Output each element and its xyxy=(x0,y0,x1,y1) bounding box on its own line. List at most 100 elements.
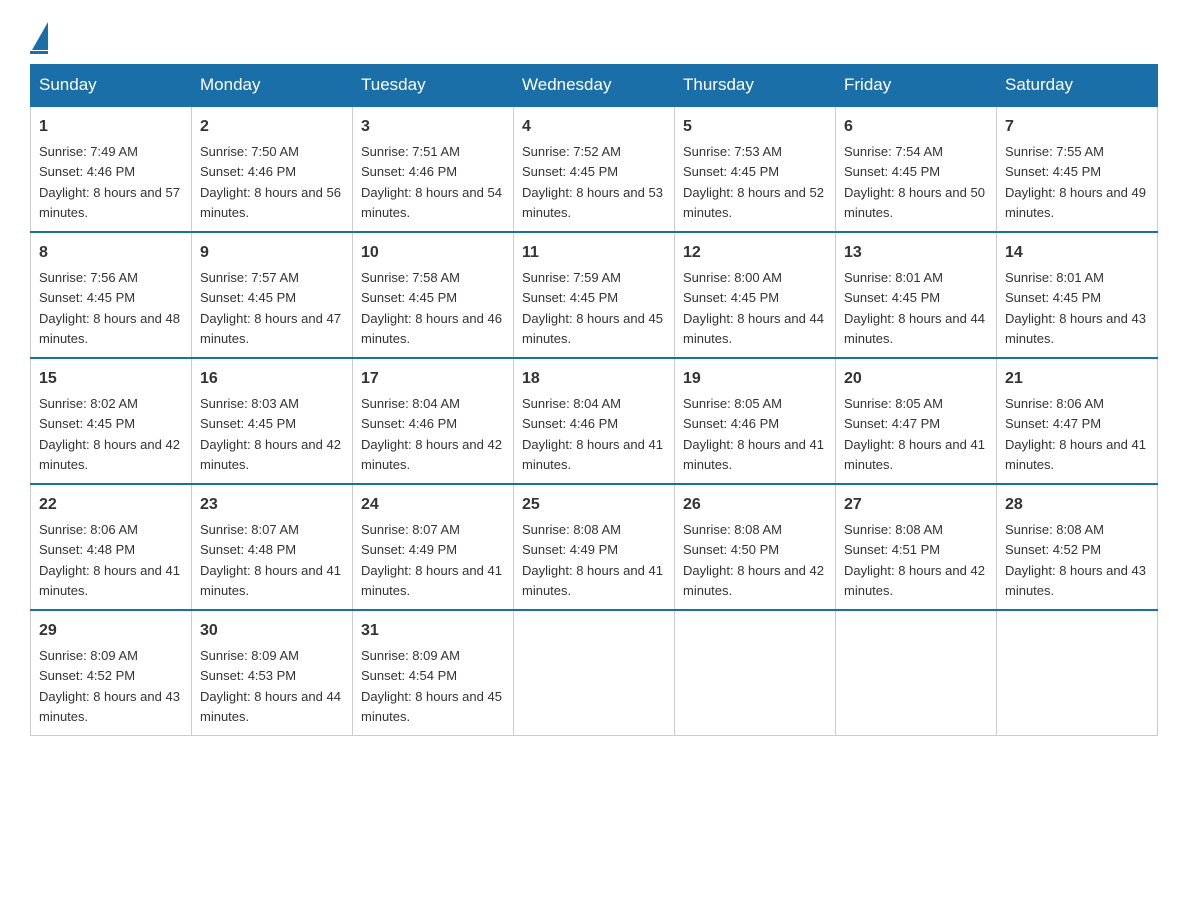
logo-triangle-icon xyxy=(32,22,48,50)
day-number: 6 xyxy=(844,115,988,139)
day-number: 27 xyxy=(844,493,988,517)
day-number: 3 xyxy=(361,115,505,139)
day-info: Sunrise: 7:49 AMSunset: 4:46 PMDaylight:… xyxy=(39,144,180,220)
weekday-header-thursday: Thursday xyxy=(675,65,836,107)
day-cell: 16 Sunrise: 8:03 AMSunset: 4:45 PMDaylig… xyxy=(192,358,353,484)
day-number: 4 xyxy=(522,115,666,139)
weekday-header-monday: Monday xyxy=(192,65,353,107)
page-header xyxy=(30,20,1158,54)
day-info: Sunrise: 8:05 AMSunset: 4:46 PMDaylight:… xyxy=(683,396,824,472)
day-cell: 15 Sunrise: 8:02 AMSunset: 4:45 PMDaylig… xyxy=(31,358,192,484)
week-row-5: 29 Sunrise: 8:09 AMSunset: 4:52 PMDaylig… xyxy=(31,610,1158,736)
day-cell: 31 Sunrise: 8:09 AMSunset: 4:54 PMDaylig… xyxy=(353,610,514,736)
day-cell: 4 Sunrise: 7:52 AMSunset: 4:45 PMDayligh… xyxy=(514,106,675,232)
day-info: Sunrise: 7:50 AMSunset: 4:46 PMDaylight:… xyxy=(200,144,341,220)
day-cell: 21 Sunrise: 8:06 AMSunset: 4:47 PMDaylig… xyxy=(997,358,1158,484)
day-number: 9 xyxy=(200,241,344,265)
day-cell: 14 Sunrise: 8:01 AMSunset: 4:45 PMDaylig… xyxy=(997,232,1158,358)
day-number: 20 xyxy=(844,367,988,391)
logo xyxy=(30,20,48,54)
day-number: 26 xyxy=(683,493,827,517)
day-info: Sunrise: 8:00 AMSunset: 4:45 PMDaylight:… xyxy=(683,270,824,346)
day-cell: 30 Sunrise: 8:09 AMSunset: 4:53 PMDaylig… xyxy=(192,610,353,736)
day-cell: 28 Sunrise: 8:08 AMSunset: 4:52 PMDaylig… xyxy=(997,484,1158,610)
day-number: 23 xyxy=(200,493,344,517)
day-cell: 29 Sunrise: 8:09 AMSunset: 4:52 PMDaylig… xyxy=(31,610,192,736)
day-cell: 25 Sunrise: 8:08 AMSunset: 4:49 PMDaylig… xyxy=(514,484,675,610)
day-info: Sunrise: 7:52 AMSunset: 4:45 PMDaylight:… xyxy=(522,144,663,220)
day-info: Sunrise: 8:03 AMSunset: 4:45 PMDaylight:… xyxy=(200,396,341,472)
day-info: Sunrise: 7:57 AMSunset: 4:45 PMDaylight:… xyxy=(200,270,341,346)
day-info: Sunrise: 7:51 AMSunset: 4:46 PMDaylight:… xyxy=(361,144,502,220)
week-row-4: 22 Sunrise: 8:06 AMSunset: 4:48 PMDaylig… xyxy=(31,484,1158,610)
day-info: Sunrise: 8:09 AMSunset: 4:54 PMDaylight:… xyxy=(361,648,502,724)
day-number: 10 xyxy=(361,241,505,265)
day-info: Sunrise: 7:55 AMSunset: 4:45 PMDaylight:… xyxy=(1005,144,1146,220)
day-number: 14 xyxy=(1005,241,1149,265)
day-number: 30 xyxy=(200,619,344,643)
day-cell: 9 Sunrise: 7:57 AMSunset: 4:45 PMDayligh… xyxy=(192,232,353,358)
weekday-header-sunday: Sunday xyxy=(31,65,192,107)
day-number: 1 xyxy=(39,115,183,139)
day-number: 28 xyxy=(1005,493,1149,517)
day-info: Sunrise: 8:07 AMSunset: 4:49 PMDaylight:… xyxy=(361,522,502,598)
day-cell: 11 Sunrise: 7:59 AMSunset: 4:45 PMDaylig… xyxy=(514,232,675,358)
day-info: Sunrise: 8:04 AMSunset: 4:46 PMDaylight:… xyxy=(522,396,663,472)
day-number: 24 xyxy=(361,493,505,517)
day-cell: 22 Sunrise: 8:06 AMSunset: 4:48 PMDaylig… xyxy=(31,484,192,610)
day-number: 13 xyxy=(844,241,988,265)
day-cell: 10 Sunrise: 7:58 AMSunset: 4:45 PMDaylig… xyxy=(353,232,514,358)
day-info: Sunrise: 8:08 AMSunset: 4:51 PMDaylight:… xyxy=(844,522,985,598)
day-number: 11 xyxy=(522,241,666,265)
day-cell: 17 Sunrise: 8:04 AMSunset: 4:46 PMDaylig… xyxy=(353,358,514,484)
day-number: 31 xyxy=(361,619,505,643)
day-number: 19 xyxy=(683,367,827,391)
day-info: Sunrise: 7:59 AMSunset: 4:45 PMDaylight:… xyxy=(522,270,663,346)
day-cell: 24 Sunrise: 8:07 AMSunset: 4:49 PMDaylig… xyxy=(353,484,514,610)
day-number: 8 xyxy=(39,241,183,265)
day-cell: 20 Sunrise: 8:05 AMSunset: 4:47 PMDaylig… xyxy=(836,358,997,484)
day-info: Sunrise: 8:04 AMSunset: 4:46 PMDaylight:… xyxy=(361,396,502,472)
day-number: 12 xyxy=(683,241,827,265)
day-cell: 2 Sunrise: 7:50 AMSunset: 4:46 PMDayligh… xyxy=(192,106,353,232)
day-info: Sunrise: 8:08 AMSunset: 4:50 PMDaylight:… xyxy=(683,522,824,598)
day-number: 7 xyxy=(1005,115,1149,139)
day-number: 16 xyxy=(200,367,344,391)
day-info: Sunrise: 8:01 AMSunset: 4:45 PMDaylight:… xyxy=(1005,270,1146,346)
day-cell: 8 Sunrise: 7:56 AMSunset: 4:45 PMDayligh… xyxy=(31,232,192,358)
day-info: Sunrise: 8:07 AMSunset: 4:48 PMDaylight:… xyxy=(200,522,341,598)
day-info: Sunrise: 8:08 AMSunset: 4:49 PMDaylight:… xyxy=(522,522,663,598)
day-info: Sunrise: 8:06 AMSunset: 4:47 PMDaylight:… xyxy=(1005,396,1146,472)
day-info: Sunrise: 7:53 AMSunset: 4:45 PMDaylight:… xyxy=(683,144,824,220)
day-cell: 13 Sunrise: 8:01 AMSunset: 4:45 PMDaylig… xyxy=(836,232,997,358)
logo-underline xyxy=(30,51,48,54)
day-cell: 26 Sunrise: 8:08 AMSunset: 4:50 PMDaylig… xyxy=(675,484,836,610)
day-number: 21 xyxy=(1005,367,1149,391)
day-info: Sunrise: 8:01 AMSunset: 4:45 PMDaylight:… xyxy=(844,270,985,346)
day-cell: 23 Sunrise: 8:07 AMSunset: 4:48 PMDaylig… xyxy=(192,484,353,610)
day-cell: 1 Sunrise: 7:49 AMSunset: 4:46 PMDayligh… xyxy=(31,106,192,232)
day-info: Sunrise: 8:06 AMSunset: 4:48 PMDaylight:… xyxy=(39,522,180,598)
day-cell: 3 Sunrise: 7:51 AMSunset: 4:46 PMDayligh… xyxy=(353,106,514,232)
weekday-header-friday: Friday xyxy=(836,65,997,107)
weekday-header-wednesday: Wednesday xyxy=(514,65,675,107)
day-number: 29 xyxy=(39,619,183,643)
week-row-2: 8 Sunrise: 7:56 AMSunset: 4:45 PMDayligh… xyxy=(31,232,1158,358)
day-info: Sunrise: 8:09 AMSunset: 4:52 PMDaylight:… xyxy=(39,648,180,724)
day-cell xyxy=(675,610,836,736)
day-info: Sunrise: 7:54 AMSunset: 4:45 PMDaylight:… xyxy=(844,144,985,220)
day-cell: 18 Sunrise: 8:04 AMSunset: 4:46 PMDaylig… xyxy=(514,358,675,484)
day-cell xyxy=(836,610,997,736)
day-cell: 27 Sunrise: 8:08 AMSunset: 4:51 PMDaylig… xyxy=(836,484,997,610)
day-info: Sunrise: 8:09 AMSunset: 4:53 PMDaylight:… xyxy=(200,648,341,724)
day-cell xyxy=(514,610,675,736)
week-row-3: 15 Sunrise: 8:02 AMSunset: 4:45 PMDaylig… xyxy=(31,358,1158,484)
day-info: Sunrise: 7:56 AMSunset: 4:45 PMDaylight:… xyxy=(39,270,180,346)
day-number: 22 xyxy=(39,493,183,517)
day-number: 5 xyxy=(683,115,827,139)
day-number: 25 xyxy=(522,493,666,517)
weekday-header-tuesday: Tuesday xyxy=(353,65,514,107)
day-cell: 19 Sunrise: 8:05 AMSunset: 4:46 PMDaylig… xyxy=(675,358,836,484)
day-cell: 5 Sunrise: 7:53 AMSunset: 4:45 PMDayligh… xyxy=(675,106,836,232)
week-row-1: 1 Sunrise: 7:49 AMSunset: 4:46 PMDayligh… xyxy=(31,106,1158,232)
